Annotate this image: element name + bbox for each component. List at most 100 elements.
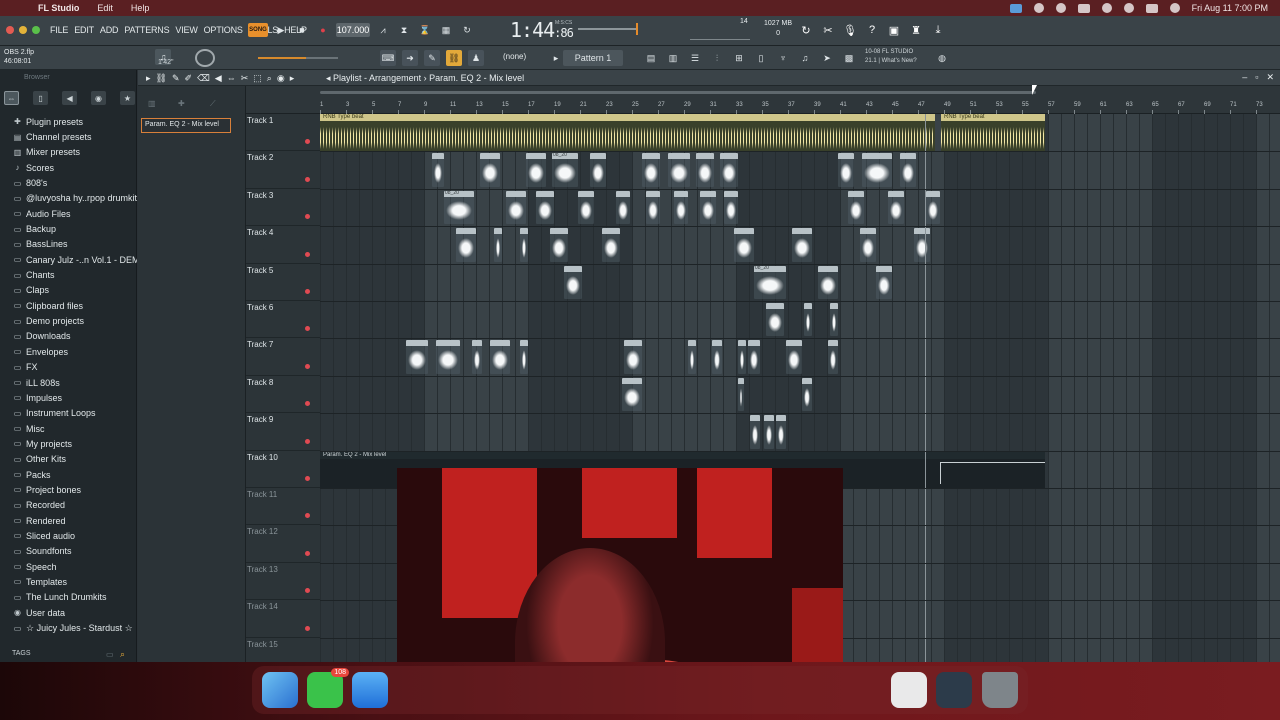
audio-clip[interactable] [624, 340, 642, 374]
stop-icon[interactable]: ■ [294, 22, 310, 38]
browser-icon[interactable]: ▯ [753, 50, 769, 66]
audio-clip[interactable] [828, 340, 838, 374]
track-mute-led-icon[interactable] [305, 438, 310, 444]
arrow-right-icon[interactable]: ➜ [402, 50, 418, 66]
browser-item[interactable]: ▭ @luvyosha hy..rpop drumkit [0, 191, 137, 206]
browser-item[interactable]: ▭ Demo projects [0, 313, 137, 328]
playlist-icon[interactable]: ▤ [643, 50, 659, 66]
track-header[interactable]: Track 3 [246, 189, 320, 227]
sync-icon[interactable] [1055, 3, 1066, 13]
audio-clip[interactable] [900, 153, 916, 187]
track-header[interactable]: Track 2 [246, 151, 320, 189]
audio-clip[interactable] [494, 228, 502, 262]
track-mute-led-icon[interactable] [305, 401, 310, 407]
browser-item[interactable]: ▭ Rendered [0, 513, 137, 528]
browser-item[interactable]: ▤ Channel presets [0, 129, 137, 144]
track-mute-led-icon[interactable] [305, 251, 310, 257]
audio-clip[interactable] [786, 340, 802, 374]
close-window-icon[interactable] [6, 26, 14, 34]
search-icon[interactable] [1123, 3, 1134, 13]
track-header[interactable]: Track 7 [246, 338, 320, 376]
track-mute-led-icon[interactable] [305, 326, 310, 332]
focus-icon[interactable] [1101, 3, 1112, 13]
audio-clip[interactable] [738, 377, 744, 412]
audio-clip[interactable] [766, 303, 784, 337]
audio-clip[interactable] [436, 340, 460, 374]
news-globe-icon[interactable]: ◍ [934, 50, 950, 66]
mic-icon[interactable]: 🎙 [842, 22, 858, 38]
music-icon[interactable] [891, 672, 927, 708]
browser-star-icon[interactable]: ★ [120, 91, 135, 105]
browser-item[interactable]: ▭ 808's [0, 175, 137, 190]
audio-clip[interactable] [520, 228, 528, 262]
audio-clip[interactable] [520, 340, 528, 374]
browser-item[interactable]: ▭ BassLines [0, 237, 137, 252]
minimize-window-icon[interactable] [19, 26, 27, 34]
audio-clip[interactable] [748, 340, 760, 374]
playlist-paint-icon[interactable]: ✐ [185, 73, 193, 84]
menu-edit[interactable]: Edit [97, 3, 113, 13]
audio-clip[interactable] [914, 228, 930, 262]
playlist-arrow-icon[interactable]: ▸ [290, 73, 295, 84]
record-icon[interactable] [1033, 3, 1044, 13]
track-mute-led-icon[interactable] [305, 550, 310, 556]
refresh-icon[interactable]: ↻ [798, 22, 814, 38]
save-icon[interactable]: ▣ [886, 22, 902, 38]
scissors-icon[interactable]: ✂ [820, 22, 836, 38]
track-header[interactable]: Track 4 [246, 226, 320, 264]
audio-clip[interactable] [622, 377, 642, 412]
audio-clip[interactable] [602, 228, 620, 262]
browser-item[interactable]: ▭ Instrument Loops [0, 406, 137, 421]
track-mute-led-icon[interactable] [305, 513, 310, 519]
download-icon[interactable]: ⤓ [930, 22, 946, 38]
audio-clip[interactable] [406, 340, 428, 374]
fl-menu-view[interactable]: VIEW [175, 25, 197, 35]
audio-clip[interactable] [642, 153, 660, 187]
metronome-icon[interactable]: ⩘ [375, 22, 391, 38]
fl-menu-add[interactable]: ADD [100, 25, 119, 35]
tempo-display[interactable]: 107.000 [336, 23, 370, 37]
browser-item[interactable]: ▭ Speech [0, 559, 137, 574]
audio-clip[interactable] [668, 153, 690, 187]
tempo-tapper-icon[interactable]: ♫ [797, 50, 813, 66]
siri-icon[interactable] [1169, 3, 1180, 13]
minimize-icon[interactable]: – [1242, 72, 1247, 83]
audio-clip[interactable] [696, 153, 714, 187]
audio-clip[interactable]: 08_20 [754, 265, 786, 299]
audio-clip[interactable] [926, 190, 940, 225]
browser-item[interactable]: ▭ Sliced audio [0, 528, 137, 543]
audio-clip[interactable] [720, 153, 738, 187]
track-header[interactable]: Track 5 [246, 264, 320, 301]
audio-clip[interactable] [578, 190, 594, 225]
audio-clip[interactable]: 08_20 [552, 152, 578, 187]
pencil-icon[interactable]: ✎ [424, 50, 440, 66]
playhead[interactable] [925, 114, 926, 662]
browser-back-icon[interactable]: ◀ [62, 91, 78, 105]
browser-item[interactable]: ▭ Misc [0, 421, 137, 436]
maximize-icon[interactable]: ▫ [1255, 72, 1258, 83]
audio-clip[interactable] [750, 415, 760, 449]
audio-clip[interactable] [838, 153, 854, 187]
trash-icon[interactable] [982, 672, 1018, 708]
browser-item[interactable]: ▭ Claps [0, 283, 137, 298]
browser-item[interactable]: ▭ ☆ Juicy Jules - Stardust ☆ [0, 620, 137, 635]
audio-clip[interactable] [456, 228, 476, 262]
help-icon[interactable]: ? [864, 22, 880, 38]
browser-item[interactable]: ✚ Plugin presets [0, 114, 137, 129]
wait-icon[interactable]: ⧗ [396, 22, 412, 38]
playlist-zoom-icon[interactable]: ⌕ [267, 73, 272, 84]
browser-item[interactable]: ▭ Clipboard files [0, 298, 137, 313]
browser-item[interactable]: ▭ FX [0, 360, 137, 375]
loop-record-icon[interactable]: ↻ [459, 22, 475, 38]
track-mute-led-icon[interactable] [305, 475, 310, 481]
fl-menu-patterns[interactable]: PATTERNS [124, 25, 169, 35]
track-mute-led-icon[interactable] [305, 625, 310, 631]
audio-clip[interactable] [536, 190, 554, 225]
track-header[interactable]: Track 9 [246, 413, 320, 451]
snap-selector[interactable]: (none) [503, 52, 526, 61]
audio-clip[interactable] [526, 153, 546, 187]
news-panel[interactable]: 10-08 FL STUDIO 21.1 | What's New? [865, 48, 917, 66]
browser-item[interactable]: ▭ Packs [0, 467, 137, 482]
audio-clip[interactable] [616, 190, 630, 225]
browser-item[interactable]: ▭ Audio Files [0, 206, 137, 221]
